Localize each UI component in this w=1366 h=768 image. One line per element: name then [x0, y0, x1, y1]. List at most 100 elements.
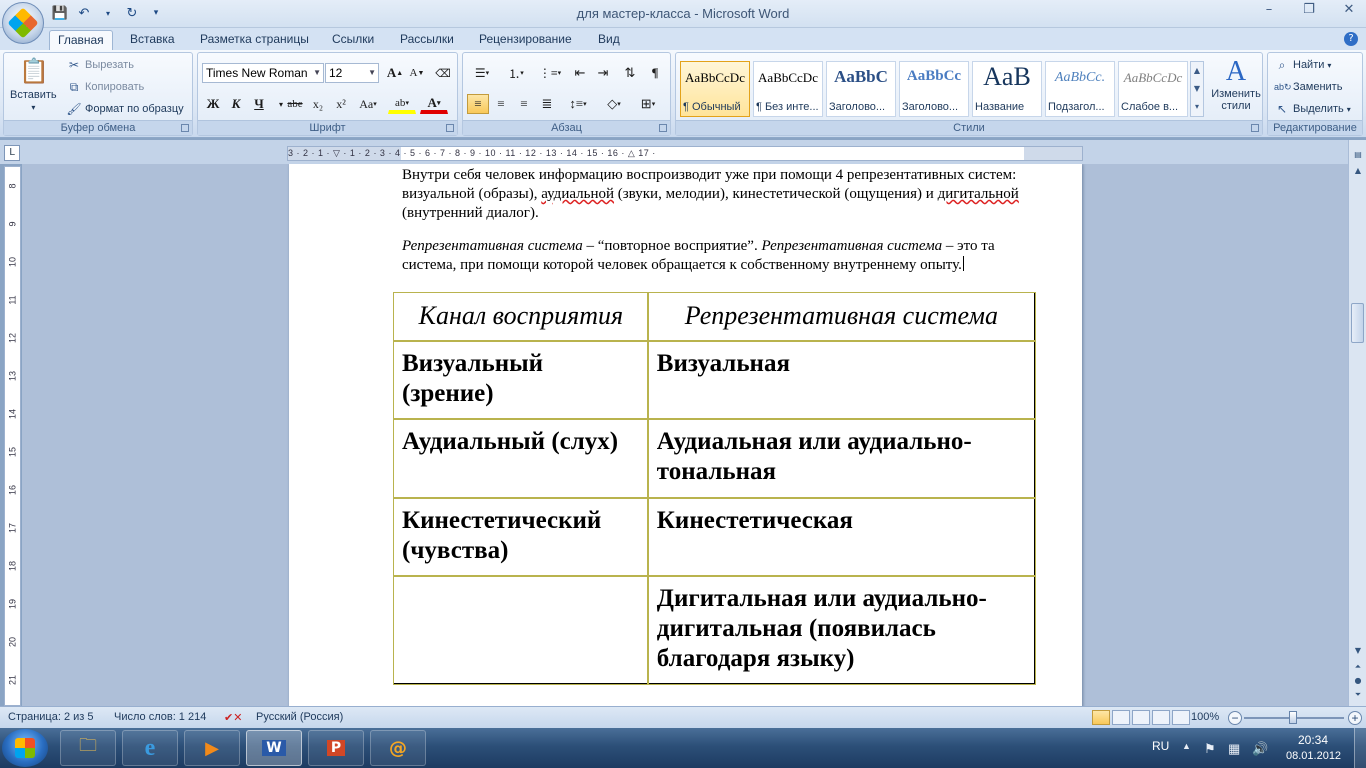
language-indicator[interactable]: RU — [1152, 739, 1169, 753]
shrink-font-button[interactable]: A ▼ — [406, 63, 428, 83]
line-spacing-icon[interactable]: ↕≡ ▾ — [563, 94, 593, 114]
grow-font-button[interactable]: A ▲ — [384, 63, 406, 83]
browse-object-icon[interactable]: ● — [1352, 676, 1364, 688]
dialog-launcher-icon[interactable] — [659, 124, 667, 132]
word-taskbar-icon[interactable]: W — [246, 730, 302, 766]
tab-review[interactable]: Рецензирование — [479, 30, 572, 50]
previous-page-icon[interactable]: ⏶ — [1352, 662, 1364, 674]
print-layout-view-icon[interactable] — [1092, 710, 1110, 725]
vertical-scrollbar[interactable]: ▤ ▲ ▼ ⏶ ● ⏷ — [1348, 140, 1366, 706]
style-no-spacing[interactable]: AaBbCcDc ¶ Без инте... — [753, 61, 823, 117]
help-icon[interactable]: ? — [1344, 32, 1358, 46]
language-indicator[interactable]: Русский (Россия) — [256, 711, 343, 723]
table-header-cell[interactable]: Канал восприятия — [392, 291, 650, 342]
font-family-select[interactable]: Times New Roman ▼ — [202, 63, 324, 83]
paste-button[interactable]: 📋 Вставить ▾ — [10, 57, 57, 112]
style-heading-1[interactable]: AaBbC Заголово... — [826, 61, 896, 117]
borders-icon[interactable]: ⊞ ▾ — [633, 94, 663, 114]
media-player-taskbar-icon[interactable]: ▶ — [184, 730, 240, 766]
bullets-icon[interactable]: ☰ ▾ — [467, 63, 497, 83]
select-button[interactable]: ↖ Выделить ▾ — [1274, 101, 1351, 117]
increase-indent-icon[interactable]: ⇥ — [592, 63, 614, 83]
tab-selector-icon[interactable]: L — [4, 145, 20, 161]
table-cell[interactable]: Кинестетическая — [647, 496, 1036, 577]
full-screen-reading-view-icon[interactable] — [1112, 710, 1130, 725]
show-desktop-button[interactable] — [1354, 728, 1366, 768]
strikethrough-button[interactable]: abe — [284, 94, 306, 114]
dialog-launcher-icon[interactable] — [1251, 124, 1259, 132]
subscript-button[interactable]: x₂ — [307, 94, 329, 114]
web-layout-view-icon[interactable] — [1132, 710, 1150, 725]
explorer-taskbar-icon[interactable]: 🗀 — [60, 730, 116, 766]
table-cell[interactable] — [392, 574, 650, 685]
document-page[interactable]: Внутри себя человек информацию воспроизв… — [289, 164, 1082, 706]
underline-button[interactable]: Ч — [248, 94, 270, 114]
cut-button[interactable]: ✂ Вырезать — [66, 57, 134, 73]
scroll-thumb[interactable] — [1351, 303, 1364, 343]
tab-references[interactable]: Ссылки — [332, 30, 374, 50]
page-indicator[interactable]: Страница: 2 из 5 — [8, 711, 94, 723]
font-color-button[interactable]: A ▾ — [420, 94, 448, 114]
internet-explorer-taskbar-icon[interactable]: e — [122, 730, 178, 766]
style-subtle-emphasis[interactable]: AaBbCcDc Слабое в... — [1118, 61, 1188, 117]
tab-view[interactable]: Вид — [598, 30, 620, 50]
start-button[interactable] — [2, 729, 48, 767]
table-cell[interactable]: Визуальная — [647, 339, 1036, 420]
table-cell[interactable]: Дигитальная или аудиально-дигитальная (п… — [647, 574, 1036, 685]
style-subtitle[interactable]: AaBbCc. Подзагол... — [1045, 61, 1115, 117]
clock-date[interactable]: 08.01.2012 — [1286, 750, 1341, 762]
style-heading-2[interactable]: AaBbCc Заголово... — [899, 61, 969, 117]
style-normal[interactable]: AaBbCcDc ¶ Обычный — [680, 61, 750, 117]
multilevel-list-icon[interactable]: ⋮≡ ▾ — [535, 63, 565, 83]
font-size-select[interactable]: 12 ▼ — [325, 63, 379, 83]
zoom-slider-knob[interactable] — [1289, 711, 1297, 724]
powerpoint-taskbar-icon[interactable]: P — [308, 730, 364, 766]
superscript-button[interactable]: x² — [330, 94, 352, 114]
highlight-button[interactable]: ab ▾ — [388, 94, 416, 114]
styles-scroll[interactable]: ▲ ▼ ▾ — [1190, 61, 1204, 117]
email-client-taskbar-icon[interactable]: @ — [370, 730, 426, 766]
bold-button[interactable]: Ж — [202, 94, 224, 114]
decrease-indent-icon[interactable]: ⇤ — [569, 63, 591, 83]
change-case-button[interactable]: Aa ▾ — [354, 94, 382, 114]
office-button[interactable] — [2, 2, 44, 44]
next-page-icon[interactable]: ⏷ — [1352, 690, 1364, 702]
numbering-icon[interactable]: ⒈ ▾ — [501, 63, 531, 83]
align-center-icon[interactable]: ≡ — [490, 94, 512, 114]
italic-button[interactable]: К — [225, 94, 247, 114]
justify-icon[interactable]: ≣ — [536, 94, 558, 114]
replace-button[interactable]: ab↻ Заменить — [1274, 79, 1342, 95]
outline-view-icon[interactable] — [1152, 710, 1170, 725]
copy-button[interactable]: ⧉ Копировать — [66, 79, 145, 95]
dialog-launcher-icon[interactable] — [446, 124, 454, 132]
show-formatting-button[interactable]: ¶ — [644, 63, 666, 83]
show-hidden-icons[interactable]: ▲ — [1182, 741, 1191, 751]
sort-icon[interactable]: ⇅ — [619, 63, 641, 83]
format-painter-button[interactable]: 🖌 Формат по образцу — [66, 101, 183, 117]
change-styles-button[interactable]: A Изменить стили — [1208, 57, 1264, 113]
ruler-toggle-icon[interactable]: ▤ — [1352, 150, 1364, 162]
table-cell[interactable]: Визуальный (зрение) — [392, 339, 650, 420]
table-cell[interactable]: Аудиальная или аудиально-тональная — [647, 417, 1036, 499]
tab-page-layout[interactable]: Разметка страницы — [200, 30, 309, 50]
maximize-icon[interactable]: ❐ — [1298, 2, 1320, 17]
tab-mailings[interactable]: Рассылки — [400, 30, 454, 50]
scroll-down-icon[interactable]: ▼ — [1352, 646, 1364, 658]
align-right-icon[interactable]: ≡ — [513, 94, 535, 114]
horizontal-ruler[interactable]: 3 · 2 · 1 · ▽ · 1 · 2 · 3 · 4 · 5 · 6 · … — [287, 146, 1083, 161]
table-cell[interactable]: Аудиальный (слух) — [392, 417, 650, 499]
word-count[interactable]: Число слов: 1 214 — [114, 711, 206, 723]
action-center-flag-icon[interactable]: ⚑ — [1204, 741, 1216, 757]
zoom-level[interactable]: 100% — [1191, 711, 1219, 723]
find-button[interactable]: ⌕ Найти ▾ — [1274, 57, 1332, 73]
clear-formatting-button[interactable]: ⌫ — [432, 63, 454, 83]
network-icon[interactable]: ▦ — [1228, 741, 1240, 757]
draft-view-icon[interactable] — [1172, 710, 1190, 725]
volume-icon[interactable]: 🔊 — [1252, 741, 1268, 757]
dialog-launcher-icon[interactable] — [181, 124, 189, 132]
close-icon[interactable]: ✕ — [1338, 2, 1360, 17]
zoom-in-icon[interactable]: + — [1348, 711, 1362, 725]
proofing-icon[interactable]: ✔✕ — [224, 711, 242, 724]
tab-home[interactable]: Главная — [49, 30, 113, 50]
scroll-up-icon[interactable]: ▲ — [1352, 166, 1364, 178]
